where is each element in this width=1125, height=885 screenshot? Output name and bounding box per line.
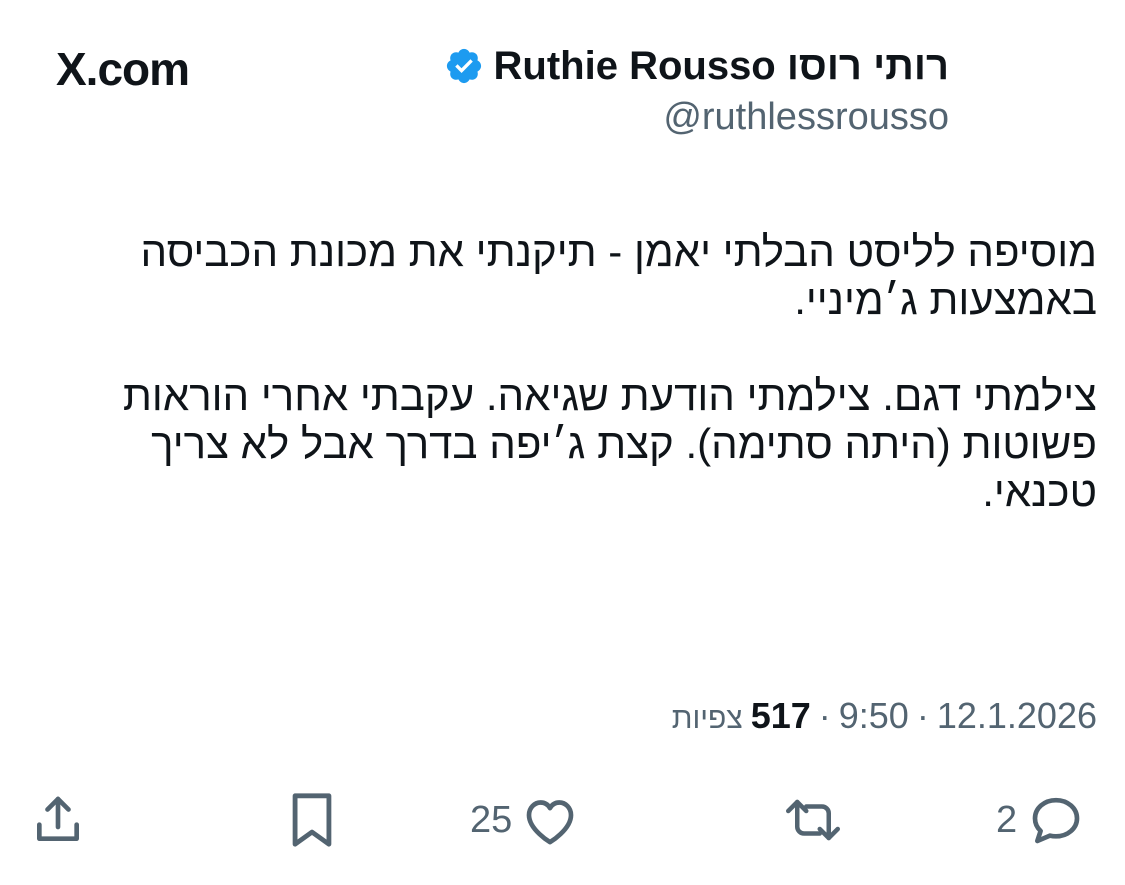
reply-icon xyxy=(1032,797,1080,844)
author-block[interactable]: Ruthie Rousso רותי רוסו @ruthlessrousso xyxy=(444,38,949,139)
views-label: צפיות xyxy=(671,702,743,735)
author-name[interactable]: Ruthie Rousso רותי רוסו xyxy=(494,44,949,89)
bookmark-icon xyxy=(292,793,332,847)
tweet-paragraph: צילמתי דגם. צילמתי הודעת שגיאה. עקבתי אח… xyxy=(122,372,1097,515)
tweet-paragraph: מוסיפה לליסט הבלתי יאמן - תיקנתי את מכונ… xyxy=(140,228,1097,323)
author-name-row: Ruthie Rousso רותי רוסו xyxy=(444,38,949,94)
tweet-time[interactable]: 9:50 xyxy=(839,695,909,737)
author-handle[interactable]: @ruthlessrousso xyxy=(444,96,949,139)
like-count: 25 xyxy=(470,798,513,841)
views-count[interactable]: 517 xyxy=(751,695,811,737)
reply-button[interactable]: 2 xyxy=(996,790,1085,850)
share-button[interactable] xyxy=(30,790,86,850)
action-bar: 25 2 xyxy=(0,790,1125,850)
share-icon xyxy=(37,796,79,841)
tweet-text: מוסיפה לליסט הבלתי יאמן - תיקנתי את מכונ… xyxy=(67,228,1097,516)
meta-separator: · xyxy=(818,695,831,736)
site-logo: X.com xyxy=(56,42,190,96)
heart-icon xyxy=(526,800,574,845)
tweet-meta: צפיות 517 · 9:50 · 12.1.2026 xyxy=(672,695,1097,737)
site-logo-text: X.com xyxy=(56,43,190,95)
meta-separator: · xyxy=(916,695,929,736)
like-button[interactable]: 25 xyxy=(470,790,578,850)
tweet-date[interactable]: 12.1.2026 xyxy=(937,695,1097,737)
retweet-icon xyxy=(786,799,840,841)
retweet-button[interactable] xyxy=(780,790,846,850)
reply-count: 2 xyxy=(996,798,1018,841)
bookmark-button[interactable] xyxy=(286,790,338,850)
verified-badge-icon xyxy=(446,48,481,84)
